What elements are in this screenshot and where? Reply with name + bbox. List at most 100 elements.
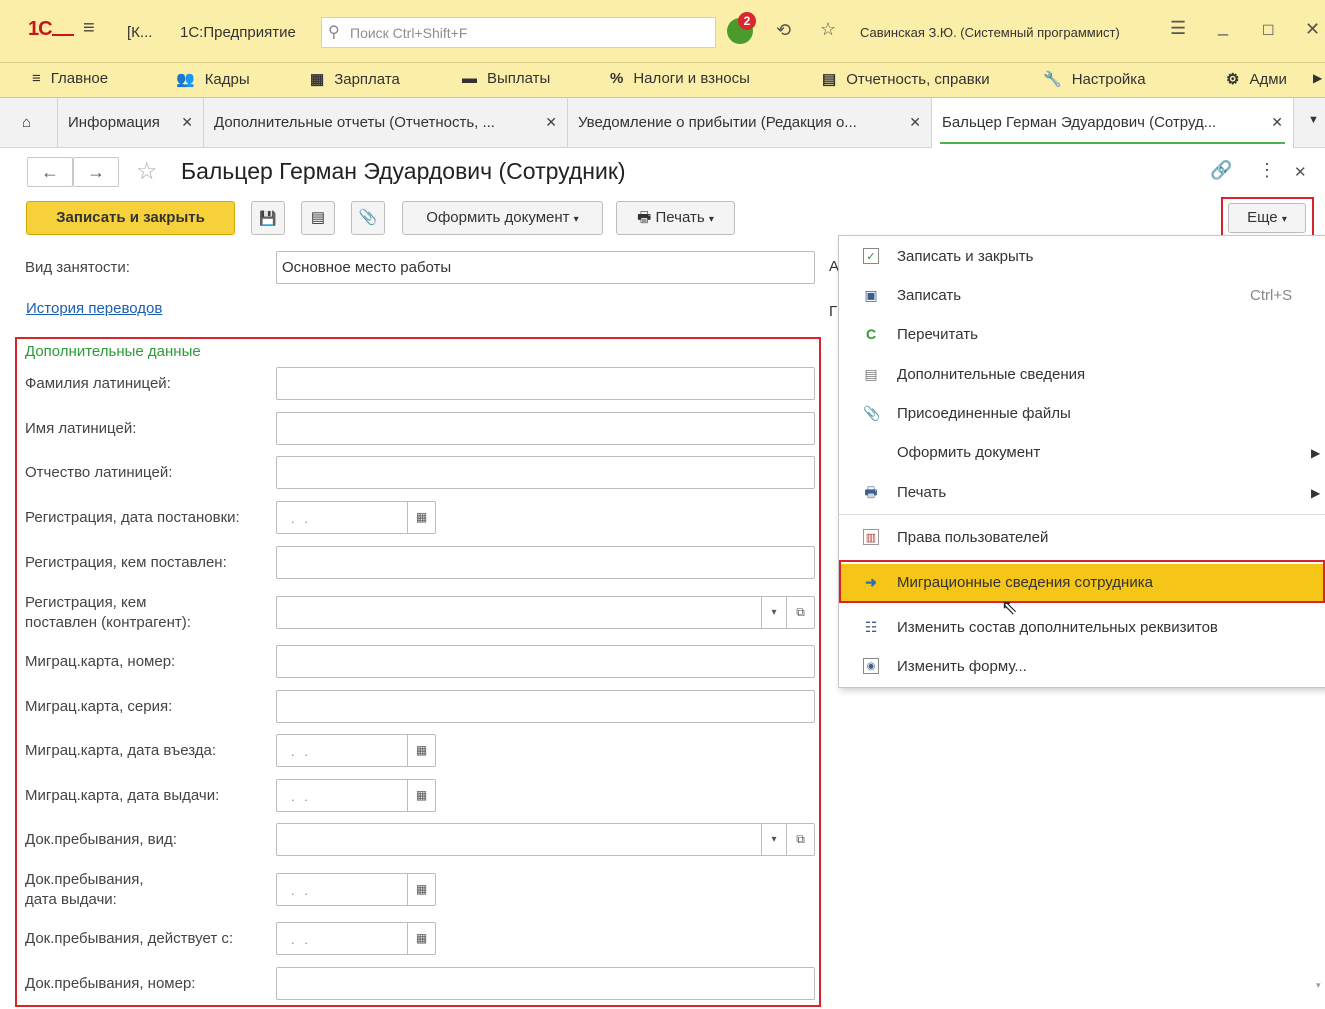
- maximize-icon[interactable]: ☐: [1262, 22, 1275, 39]
- employment-value: Основное место работы: [282, 259, 452, 276]
- section-salary[interactable]: ▦ Зарплата: [310, 70, 400, 88]
- window-short-title: [К...: [127, 24, 153, 41]
- highlight-frame-more: [1221, 197, 1314, 239]
- reg-by-contractor-select[interactable]: ▾ ⧉: [276, 596, 815, 629]
- open-icon[interactable]: ⧉: [786, 597, 814, 628]
- menu-item-save-close[interactable]: ✓ Записать и закрыть: [839, 238, 1325, 276]
- reg-by-label: Регистрация, кем поставлен:: [25, 554, 227, 571]
- settings-lines-icon[interactable]: ☰: [1170, 18, 1186, 39]
- menu-item-label: Записать: [897, 287, 962, 304]
- save-close-button[interactable]: Записать и закрыть: [26, 201, 235, 235]
- patronymic-lat-input[interactable]: [276, 456, 815, 489]
- make-document-button[interactable]: Оформить документ ▾: [402, 201, 603, 235]
- back-button[interactable]: ←: [27, 157, 73, 187]
- home-tab[interactable]: ⌂: [0, 98, 58, 148]
- close-form-icon[interactable]: ✕: [1294, 163, 1307, 181]
- tabs-dropdown-icon[interactable]: ▼: [1308, 114, 1319, 126]
- close-tab-icon[interactable]: ✕: [909, 114, 921, 131]
- menu-item-attached-files[interactable]: 📎 Присоединенные файлы: [839, 395, 1325, 433]
- employment-field[interactable]: Основное место работы: [276, 251, 815, 284]
- forward-button[interactable]: →: [73, 157, 119, 187]
- section-taxes[interactable]: % Налоги и взносы: [610, 70, 750, 87]
- menu-separator: [839, 514, 1325, 515]
- scroll-down-icon[interactable]: ▾: [1316, 980, 1321, 991]
- current-user[interactable]: Савинская З.Ю. (Системный программист): [860, 25, 1120, 40]
- menu-item-change-form[interactable]: ◉ Изменить форму...: [839, 648, 1325, 686]
- print-button[interactable]: 🖶 Печать ▾: [616, 201, 735, 235]
- sections-bar: ≡ Главное 👥 Кадры ▦ Зарплата ▬ Выплаты % Нало…: [0, 63, 1325, 98]
- more-menu: ✓ Записать и закрыть ▣ Записать Ctrl+S C…: [838, 235, 1325, 688]
- more-vertical-icon[interactable]: ⋮: [1258, 160, 1276, 181]
- refresh-icon: C: [865, 326, 877, 342]
- section-admin[interactable]: ⚙ Адми: [1226, 70, 1287, 88]
- menu-item-change-attributes[interactable]: ☷ Изменить состав дополнительных реквизи…: [839, 609, 1325, 647]
- open-icon[interactable]: ⧉: [786, 824, 814, 855]
- tab-employee[interactable]: Бальцер Герман Эдуардович (Сотруд... ✕: [932, 98, 1294, 148]
- mig-card-issue-label: Миграц.карта, дата выдачи:: [25, 787, 220, 804]
- menu-item-print[interactable]: 🖶 Печать ▶: [839, 474, 1325, 512]
- calendar-icon[interactable]: ▦: [407, 874, 435, 905]
- tab-info[interactable]: Информация ✕: [58, 98, 204, 148]
- calendar-icon[interactable]: ▦: [407, 502, 435, 533]
- stay-doc-type-select[interactable]: ▾ ⧉: [276, 823, 815, 856]
- favorite-star-icon[interactable]: ☆: [136, 157, 158, 186]
- menu-item-label: Перечитать: [897, 326, 978, 343]
- section-main[interactable]: ≡ Главное: [32, 70, 108, 87]
- save-icon[interactable]: 💾: [251, 201, 285, 235]
- open-tabs-bar: ⌂ Информация ✕ Дополнительные отчеты (Отч…: [0, 98, 1325, 148]
- stay-doc-number-input[interactable]: [276, 967, 815, 1000]
- page-title: Бальцер Герман Эдуардович (Сотрудник): [181, 158, 626, 184]
- close-tab-icon[interactable]: ✕: [181, 114, 193, 131]
- menu-item-make-document[interactable]: Оформить документ ▶: [839, 434, 1325, 472]
- minimize-icon[interactable]: _: [1218, 16, 1228, 37]
- stay-doc-issue-input[interactable]: . . ▦: [276, 873, 436, 906]
- reg-date-input[interactable]: . . ▦: [276, 501, 436, 534]
- doc-lines-icon[interactable]: ▤: [301, 201, 335, 235]
- mig-card-number-input[interactable]: [276, 645, 815, 678]
- mig-card-entry-input[interactable]: . . ▦: [276, 734, 436, 767]
- calendar-icon[interactable]: ▦: [407, 735, 435, 766]
- percent-icon: %: [610, 70, 624, 87]
- chevron-down-icon[interactable]: ▾: [761, 824, 786, 855]
- menu-item-label: Оформить документ: [897, 444, 1041, 461]
- main-menu-icon[interactable]: ≡: [83, 17, 95, 40]
- global-search[interactable]: ⚲ Поиск Ctrl+Shift+F: [321, 17, 716, 48]
- mig-card-number-label: Миграц.карта, номер:: [25, 653, 176, 670]
- calendar-icon[interactable]: ▦: [407, 780, 435, 811]
- history-icon[interactable]: ⟲: [776, 20, 791, 41]
- chevron-down-icon[interactable]: ▾: [761, 597, 786, 628]
- mig-card-entry-label: Миграц.карта, дата въезда:: [25, 742, 217, 759]
- date-placeholder: . .: [291, 932, 311, 947]
- menu-item-extra-info[interactable]: ▤ Дополнительные сведения: [839, 356, 1325, 394]
- paperclip-icon[interactable]: 📎: [351, 201, 385, 235]
- section-reports[interactable]: ▤ Отчетность, справки: [822, 70, 990, 88]
- close-tab-icon[interactable]: ✕: [545, 114, 557, 131]
- close-window-icon[interactable]: ✕: [1305, 19, 1320, 40]
- sections-scroll-right-icon[interactable]: ▶: [1313, 71, 1322, 85]
- mig-card-issue-input[interactable]: . . ▦: [276, 779, 436, 812]
- mig-card-series-input[interactable]: [276, 690, 815, 723]
- check-doc-icon: ✓: [863, 248, 879, 264]
- attributes-icon: ☷: [864, 619, 878, 635]
- calendar-icon[interactable]: ▦: [407, 923, 435, 954]
- section-hr[interactable]: 👥 Кадры: [176, 70, 250, 88]
- menu-item-user-rights[interactable]: ▥ Права пользователей: [839, 519, 1325, 557]
- link-icon[interactable]: 🔗: [1210, 160, 1232, 181]
- section-payments[interactable]: ▬ Выплаты: [462, 70, 550, 87]
- surname-lat-input[interactable]: [276, 367, 815, 400]
- notification-badge: 2: [738, 12, 756, 30]
- favorites-star-icon[interactable]: ☆: [820, 19, 836, 40]
- wrench-icon: 🔧: [1043, 71, 1062, 88]
- close-tab-icon[interactable]: ✕: [1271, 114, 1283, 131]
- section-settings[interactable]: 🔧 Настройка: [1043, 70, 1146, 88]
- transfer-history-link[interactable]: История переводов: [26, 300, 162, 317]
- reg-by-input[interactable]: [276, 546, 815, 579]
- stay-doc-valid-from-input[interactable]: . . ▦: [276, 922, 436, 955]
- name-lat-input[interactable]: [276, 412, 815, 445]
- notifications-bell-icon[interactable]: 2: [727, 12, 756, 44]
- tab-arrival-notice[interactable]: Уведомление о прибытии (Редакция о... ✕: [568, 98, 932, 148]
- tab-extra-reports[interactable]: Дополнительные отчеты (Отчетность, ... ✕: [204, 98, 568, 148]
- menu-item-reread[interactable]: C Перечитать: [839, 316, 1325, 354]
- tab-label: Информация: [68, 114, 160, 131]
- menu-item-save[interactable]: ▣ Записать Ctrl+S: [839, 277, 1325, 315]
